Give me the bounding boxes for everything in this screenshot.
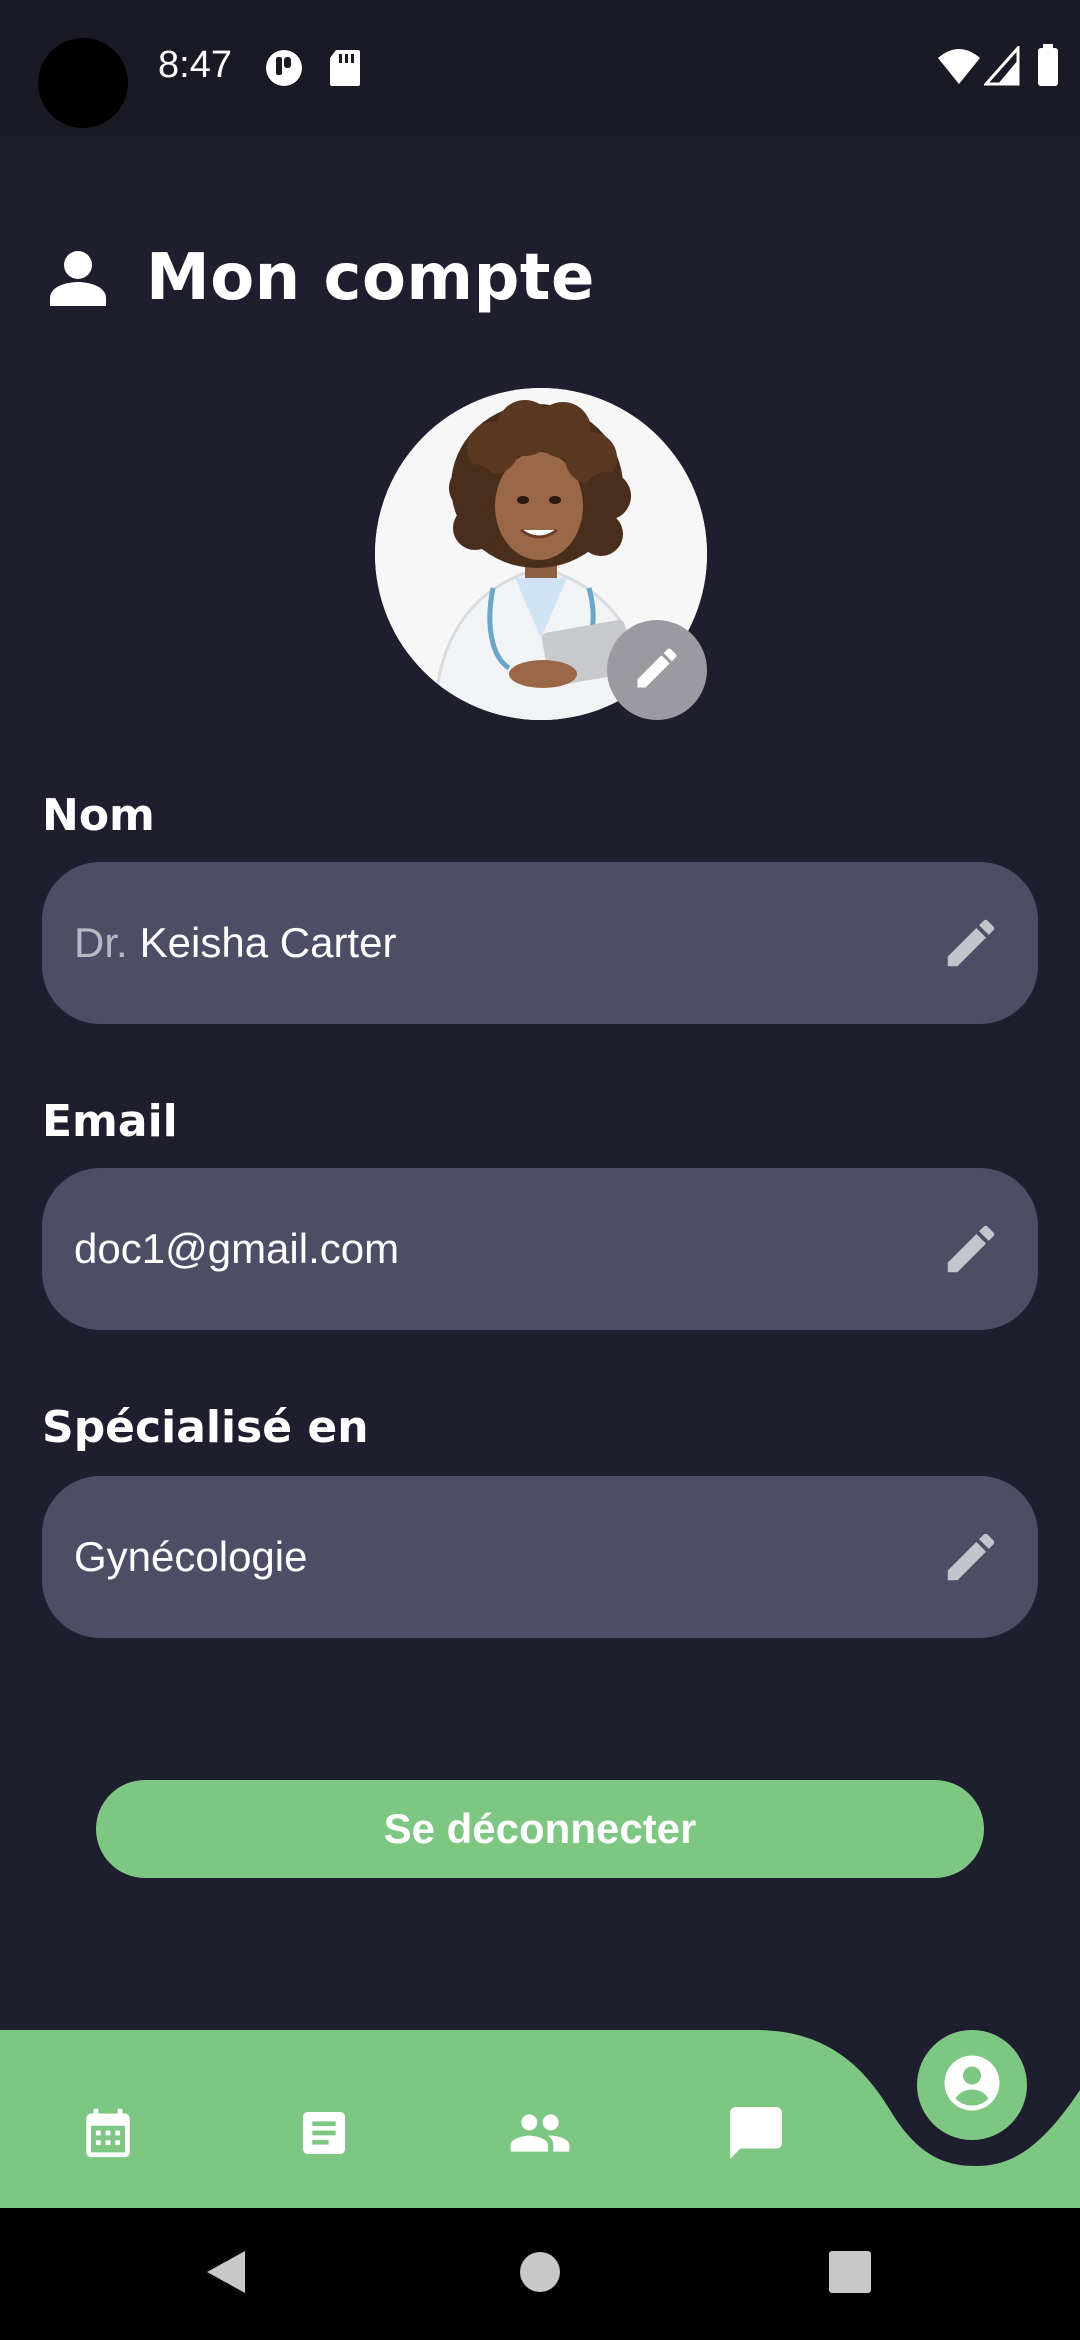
people-icon <box>508 2101 572 2169</box>
back-button[interactable] <box>186 2234 266 2314</box>
nav-calendar[interactable] <box>48 2080 168 2190</box>
camera-cutout <box>38 38 128 128</box>
pencil-icon <box>631 642 683 698</box>
profile-avatar-section <box>375 388 707 720</box>
logout-button[interactable]: Se déconnecter <box>96 1780 984 1878</box>
battery-icon <box>1036 44 1060 92</box>
person-icon <box>48 248 108 308</box>
wifi-icon <box>936 46 982 90</box>
sd-card-icon <box>328 48 362 92</box>
email-edit-icon[interactable] <box>940 1218 1002 1280</box>
specialty-edit-icon[interactable] <box>940 1526 1002 1588</box>
home-button[interactable] <box>500 2234 580 2314</box>
back-icon <box>201 2247 251 2301</box>
nav-messages[interactable] <box>696 2080 816 2190</box>
specialty-value: Gynécologie <box>74 1533 308 1580</box>
avatar-edit-button[interactable] <box>607 620 707 720</box>
name-value: Dr. Keisha Carter <box>74 862 396 1024</box>
cellular-signal-icon <box>982 44 1020 90</box>
email-label: Email <box>42 1096 178 1147</box>
recents-button[interactable] <box>810 2234 890 2314</box>
chat-icon <box>725 2102 787 2168</box>
page-header: Mon compte <box>48 228 595 328</box>
nav-documents[interactable] <box>264 2080 384 2190</box>
account-icon <box>942 2053 1002 2117</box>
name-text: Keisha Carter <box>139 919 397 966</box>
status-bar: 8:47 <box>0 0 1080 136</box>
recents-icon <box>827 2249 873 2299</box>
name-label: Nom <box>42 790 155 841</box>
calendar-icon <box>79 2104 137 2166</box>
specialty-field[interactable]: Gynécologie <box>42 1476 1038 1638</box>
system-nav-bar <box>0 2208 1080 2340</box>
name-edit-icon[interactable] <box>940 912 1002 974</box>
email-field[interactable]: doc1@gmail.com <box>42 1168 1038 1330</box>
specialty-label: Spécialisé en <box>42 1402 369 1453</box>
document-icon <box>296 2105 352 2165</box>
bottom-nav <box>0 2030 1080 2208</box>
page-title: Mon compte <box>146 241 595 315</box>
email-value: doc1@gmail.com <box>74 1225 400 1272</box>
nav-patients[interactable] <box>480 2080 600 2190</box>
name-prefix: Dr. <box>74 919 128 966</box>
home-icon <box>517 2249 563 2299</box>
name-field[interactable]: Dr. Keisha Carter <box>42 862 1038 1024</box>
notification-icon <box>264 48 304 92</box>
nav-account[interactable] <box>917 2030 1027 2140</box>
status-time: 8:47 <box>158 44 232 86</box>
